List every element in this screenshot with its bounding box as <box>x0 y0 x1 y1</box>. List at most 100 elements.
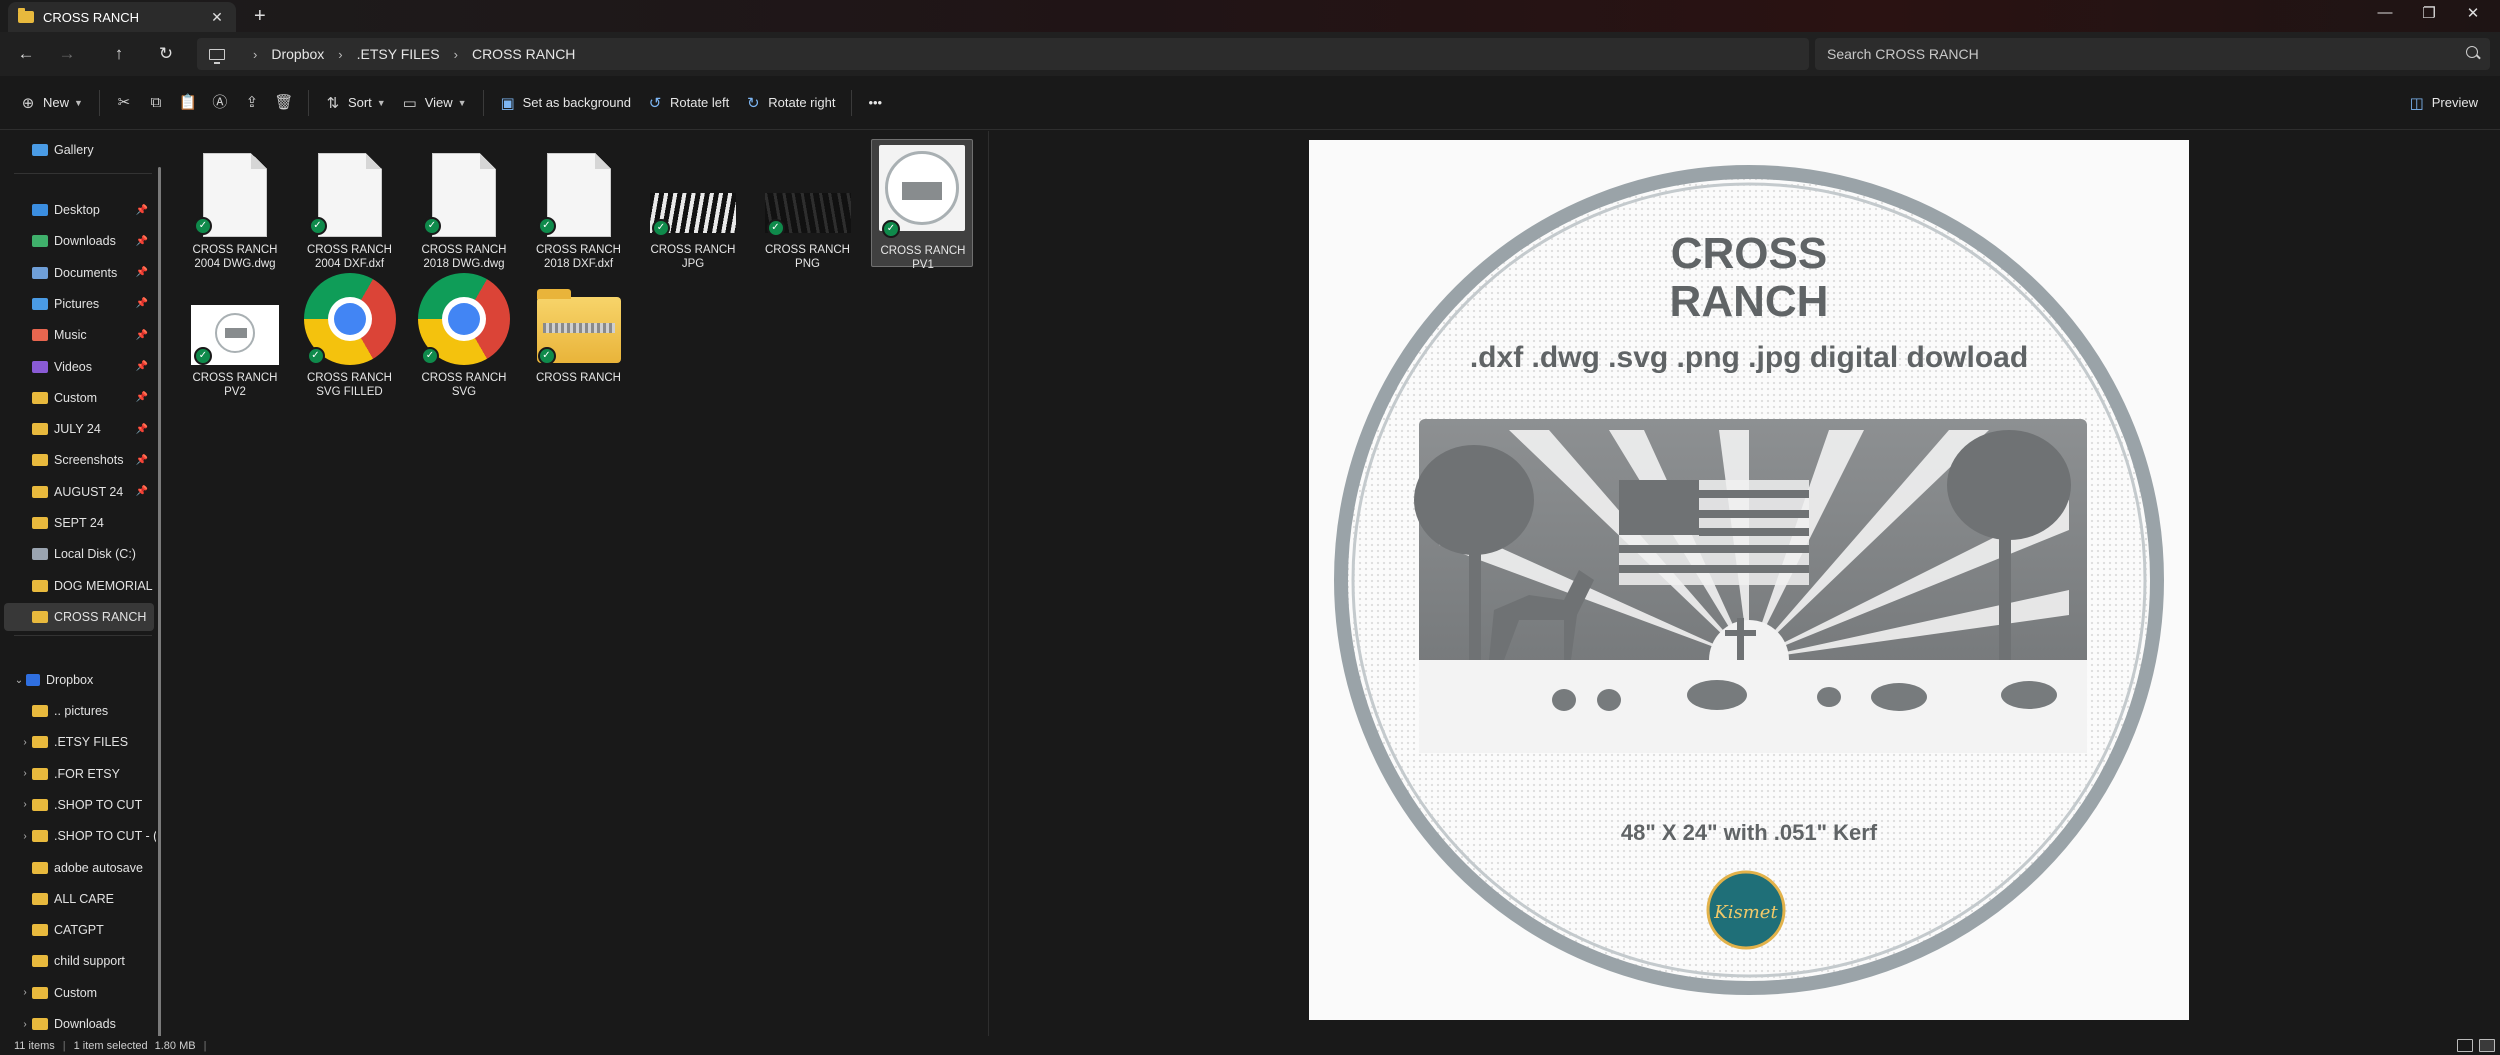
pin-icon[interactable]: 📌 <box>136 486 148 497</box>
pin-icon[interactable]: 📌 <box>136 392 148 403</box>
sidebar-item[interactable]: .. pictures <box>0 697 156 725</box>
pin-icon[interactable]: 📌 <box>136 298 148 309</box>
cut-button[interactable]: ✂ <box>108 87 140 119</box>
sidebar-item[interactable]: Desktop 📌 <box>0 196 156 224</box>
breadcrumb-dropbox[interactable]: Dropbox <box>271 46 324 62</box>
this-pc-icon[interactable] <box>209 48 225 64</box>
file-name-line1: CROSS RANCH <box>307 244 392 256</box>
breadcrumb-etsy-files[interactable]: .ETSY FILES <box>357 46 440 62</box>
sidebar-item[interactable]: adobe autosave <box>0 854 156 882</box>
search-input[interactable]: Search CROSS RANCH <box>1815 38 2490 70</box>
sidebar-item[interactable]: Pictures 📌 <box>0 290 156 318</box>
sidebar-item[interactable]: › Custom <box>0 979 156 1007</box>
sidebar-item[interactable]: Videos 📌 <box>0 353 156 381</box>
pin-icon[interactable]: 📌 <box>136 236 148 247</box>
forward-button[interactable]: → <box>53 42 81 66</box>
back-button[interactable]: ← <box>12 42 40 66</box>
breadcrumb-cross-ranch[interactable]: CROSS RANCH <box>472 46 575 62</box>
view-button[interactable]: ▭ View ▼ <box>394 87 475 119</box>
sidebar-item[interactable]: DOG MEMORIAL F <box>0 572 156 600</box>
sidebar-item[interactable]: ALL CARE <box>0 885 156 913</box>
new-button[interactable]: ⊕ New ▼ <box>12 87 91 119</box>
new-tab-button[interactable]: + <box>254 5 266 28</box>
up-button[interactable]: ↑ <box>105 42 133 66</box>
minimize-button[interactable]: — <box>2373 4 2397 21</box>
sidebar-scrollbar[interactable] <box>158 167 161 1036</box>
share-button[interactable]: ⇪ <box>236 87 268 119</box>
sidebar-item[interactable]: Screenshots 📌 <box>0 446 156 474</box>
rotate-right-button[interactable]: ↻ Rotate right <box>737 87 843 119</box>
chevron-right-icon[interactable]: › <box>253 47 257 62</box>
sidebar-item[interactable]: JULY 24 📌 <box>0 415 156 443</box>
sidebar-item[interactable]: › .ETSY FILES <box>0 728 156 756</box>
address-bar[interactable]: › Dropbox › .ETSY FILES › CROSS RANCH <box>197 38 1809 70</box>
chevron-right-icon[interactable]: › <box>18 987 32 998</box>
tab-close-button[interactable]: ✕ <box>208 9 226 26</box>
refresh-button[interactable]: ↻ <box>152 42 180 66</box>
sidebar-item[interactable]: › .SHOP TO CUT - ( <box>0 822 156 850</box>
selection-size: 1.80 MB <box>154 1039 196 1052</box>
folder-icon <box>32 204 48 216</box>
file-tile[interactable]: ✓ CROSS RANCH 2018 DXF.dxf <box>528 139 630 270</box>
tab-title: CROSS RANCH <box>43 9 140 25</box>
file-tile[interactable]: ✓ CROSS RANCH 2018 DWG.dwg <box>413 139 515 270</box>
set-as-background-button[interactable]: ▣ Set as background <box>492 87 639 119</box>
pin-icon[interactable]: 📌 <box>136 424 148 435</box>
file-tile[interactable]: ✓ CROSS RANCH SVG FILLED <box>299 267 401 398</box>
more-options-button[interactable]: ••• <box>860 87 890 119</box>
set-background-label: Set as background <box>522 95 631 110</box>
chevron-right-icon[interactable]: › <box>18 799 32 810</box>
chevron-right-icon[interactable]: › <box>18 1019 32 1030</box>
sidebar-item[interactable]: Custom 📌 <box>0 384 156 412</box>
copy-button[interactable]: ⧉ <box>140 87 172 119</box>
sidebar-item[interactable]: Local Disk (C:) <box>0 540 156 568</box>
sidebar-item[interactable]: Downloads 📌 <box>0 227 156 255</box>
sidebar-item-dropbox[interactable]: ⌄ Dropbox <box>0 666 156 694</box>
sidebar-item[interactable]: AUGUST 24 📌 <box>0 478 156 506</box>
sidebar-item-gallery[interactable]: Gallery <box>0 136 156 164</box>
file-tile[interactable]: ✓ CROSS RANCH <box>528 267 630 395</box>
view-icon: ▭ <box>402 94 417 112</box>
rename-button[interactable]: Ⓐ <box>204 87 236 119</box>
pin-icon[interactable]: 📌 <box>136 361 148 372</box>
sidebar-item[interactable]: Music 📌 <box>0 321 156 349</box>
file-tile[interactable]: ✓ CROSS RANCH 2004 DWG.dwg <box>184 139 286 270</box>
preview-label: Preview <box>2431 95 2478 110</box>
file-tile[interactable]: ✓ CROSS RANCH JPG <box>642 139 744 270</box>
pin-icon[interactable]: 📌 <box>136 205 148 216</box>
file-tile[interactable]: ✓ CROSS RANCH PV2 <box>184 267 286 398</box>
chevron-right-icon[interactable]: › <box>18 737 32 748</box>
sidebar-item[interactable]: child support <box>0 947 156 975</box>
sort-button[interactable]: ⇅ Sort ▼ <box>317 87 394 119</box>
sidebar-item[interactable]: › .FOR ETSY <box>0 760 156 788</box>
tab-cross-ranch[interactable]: CROSS RANCH ✕ <box>8 2 236 32</box>
maximize-button[interactable]: ❐ <box>2417 4 2441 22</box>
file-tile[interactable]: ✓ CROSS RANCH 2004 DXF.dxf <box>299 139 401 270</box>
chevron-right-icon[interactable]: › <box>338 47 342 62</box>
file-tile[interactable]: ✓ CROSS RANCH PV1 <box>871 139 973 271</box>
pin-icon[interactable]: 📌 <box>136 455 148 466</box>
sidebar-item[interactable]: Documents 📌 <box>0 259 156 287</box>
file-tile[interactable]: ✓ CROSS RANCH SVG <box>413 267 515 398</box>
sidebar-item[interactable]: › .SHOP TO CUT <box>0 791 156 819</box>
large-icons-view-toggle[interactable] <box>2479 1039 2495 1052</box>
sidebar-item[interactable]: › Downloads <box>0 1010 156 1036</box>
details-view-toggle[interactable] <box>2457 1039 2473 1052</box>
sidebar-item[interactable]: CATGPT <box>0 916 156 944</box>
chevron-down-icon[interactable]: ⌄ <box>12 675 26 686</box>
chevron-right-icon[interactable]: › <box>18 768 32 779</box>
search-icon[interactable] <box>2466 46 2478 58</box>
pin-icon[interactable]: 📌 <box>136 330 148 341</box>
chevron-right-icon[interactable]: › <box>454 47 458 62</box>
close-window-button[interactable]: ✕ <box>2461 4 2485 22</box>
rotate-left-button[interactable]: ↺ Rotate left <box>639 87 737 119</box>
chevron-right-icon[interactable]: › <box>18 831 32 842</box>
sidebar-item[interactable]: SEPT 24 <box>0 509 156 537</box>
delete-button[interactable]: 🗑 <box>268 87 300 119</box>
preview-pane-button[interactable]: ◫ Preview <box>2401 87 2486 119</box>
paste-button[interactable]: 📋 <box>172 87 204 119</box>
sidebar-item[interactable]: CROSS RANCH <box>4 602 154 631</box>
folder-icon <box>32 955 48 968</box>
pin-icon[interactable]: 📌 <box>136 267 148 278</box>
file-tile[interactable]: ✓ CROSS RANCH PNG <box>757 139 859 270</box>
